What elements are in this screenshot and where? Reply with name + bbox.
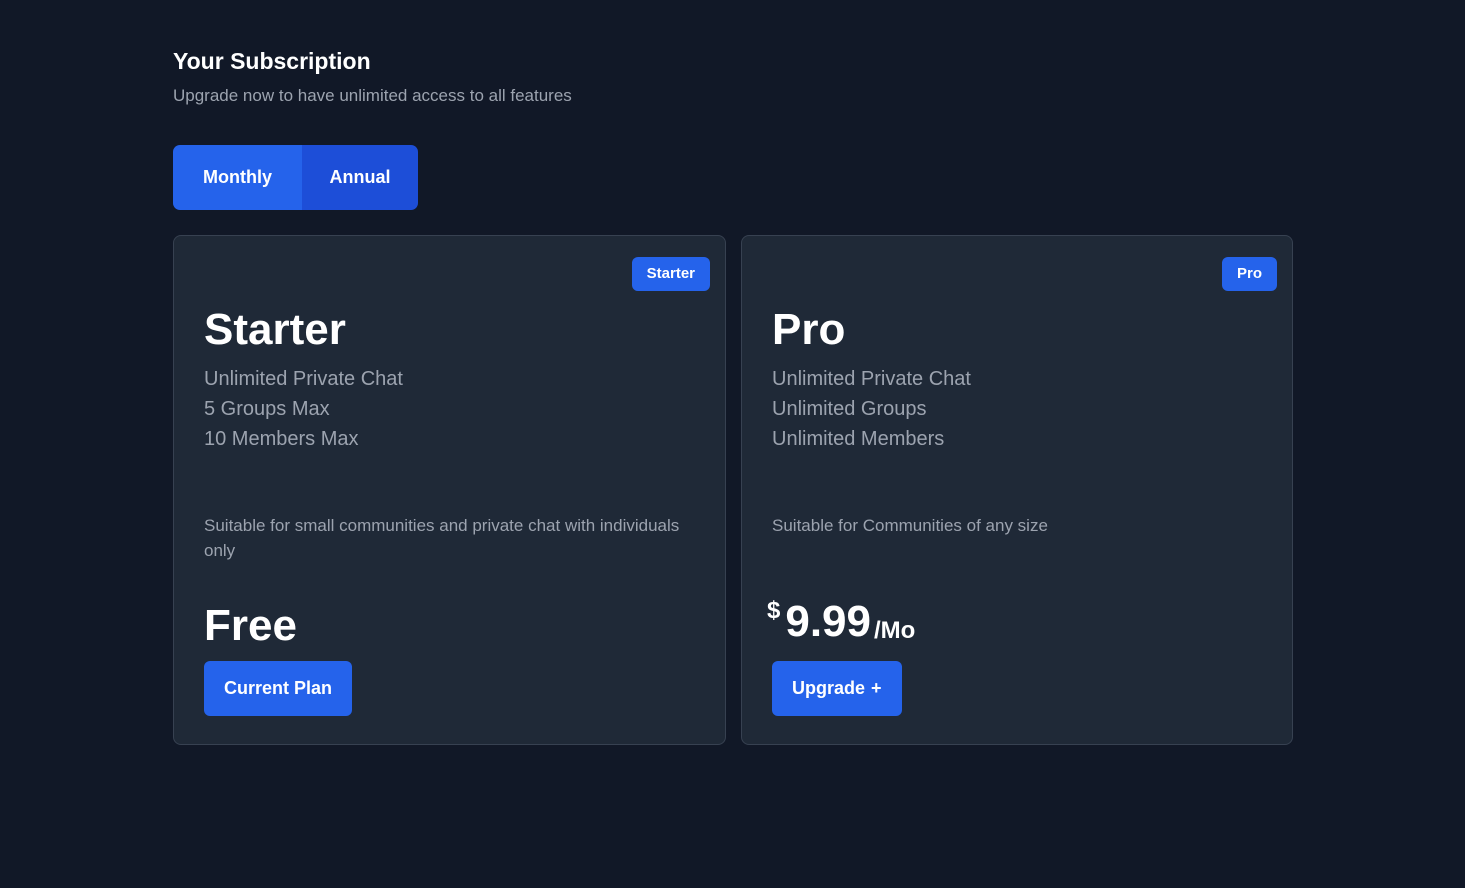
upgrade-button[interactable]: Upgrade + [772, 661, 902, 716]
current-plan-button[interactable]: Current Plan [204, 661, 353, 716]
plan-name-starter: Starter [204, 305, 346, 354]
feature-item: Unlimited Groups [772, 398, 927, 420]
feature-item: Unlimited Members [772, 428, 945, 450]
page-title: Your Subscription [173, 48, 371, 74]
subscription-page: Your Subscription Upgrade now to have un… [0, 0, 1465, 888]
plan-price-starter: Free [204, 601, 297, 650]
feature-item: 10 Members Max [204, 428, 359, 450]
feature-item: Unlimited Private Chat [772, 368, 971, 390]
feature-item: 5 Groups Max [204, 398, 330, 420]
feature-item: Unlimited Private Chat [204, 368, 403, 390]
plan-price-pro: $ 9.99 /Mo [767, 594, 915, 650]
annual-button[interactable]: Annual [302, 145, 418, 210]
plan-card-pro: Pro Pro Unlimited Private Chat Unlimited… [741, 235, 1293, 745]
plus-icon: + [871, 678, 882, 698]
plan-description-starter: Suitable for small communities and priva… [204, 516, 680, 560]
plan-name-pro: Pro [772, 305, 846, 354]
plan-badge-starter: Starter [631, 257, 710, 291]
plan-description-pro: Suitable for Communities of any size [772, 516, 1048, 535]
price-currency: $ [767, 597, 781, 624]
current-plan-button-label: Current Plan [224, 678, 333, 698]
feature-list-pro: Unlimited Private Chat Unlimited Groups … [772, 364, 971, 454]
monthly-button[interactable]: Monthly [173, 145, 302, 210]
plan-card-starter: Starter Starter Unlimited Private Chat 5… [173, 235, 726, 745]
price-period: /Mo [874, 617, 916, 644]
plan-badge-pro: Pro [1221, 257, 1277, 291]
feature-list-starter: Unlimited Private Chat 5 Groups Max 10 M… [204, 364, 403, 454]
upgrade-button-label: Upgrade [792, 678, 866, 698]
page-header: Your Subscription Upgrade now to have un… [173, 44, 572, 108]
price-amount: 9.99 [785, 597, 871, 646]
page-subtitle: Upgrade now to have unlimited access to … [173, 86, 572, 105]
billing-toggle: Monthly Annual [173, 145, 418, 210]
